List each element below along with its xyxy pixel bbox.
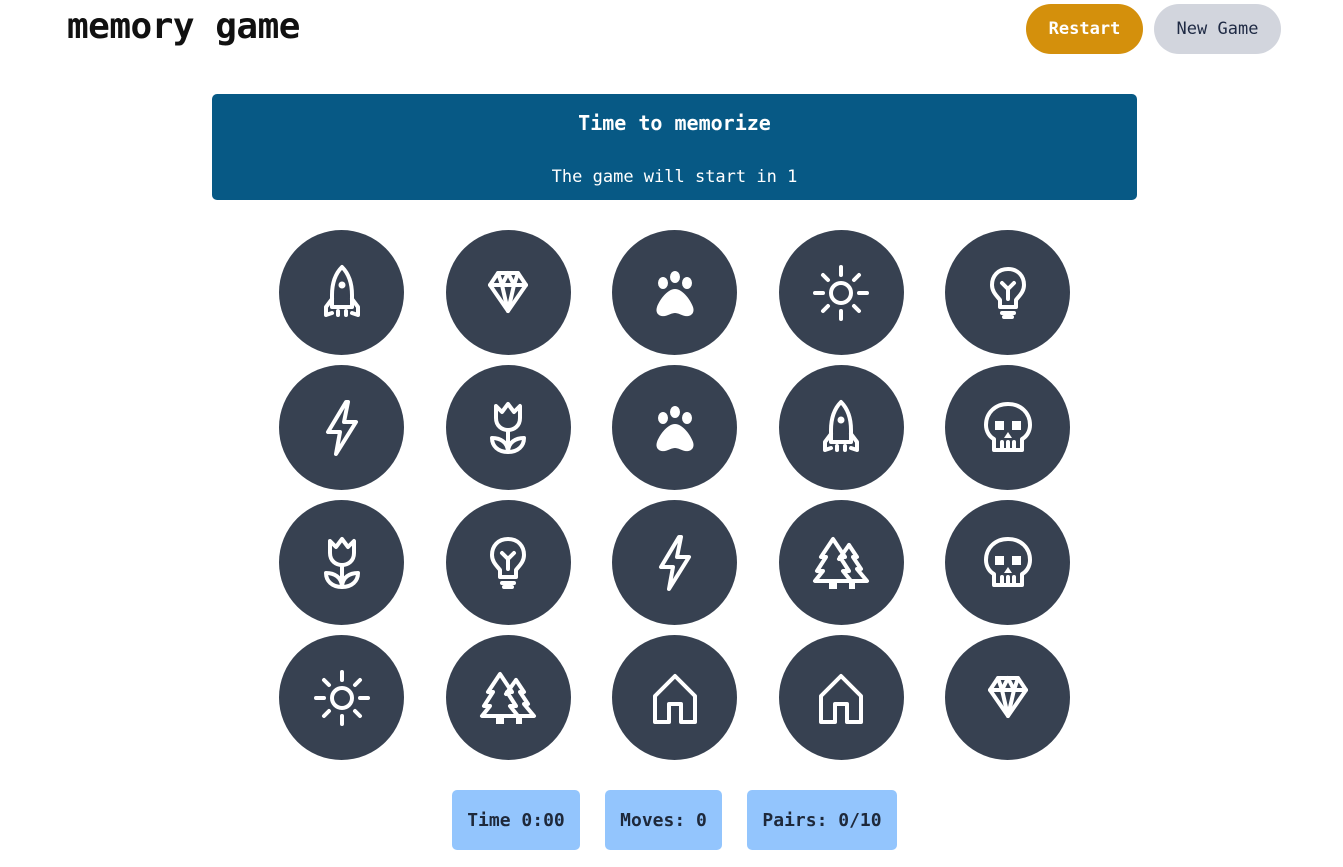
pairs-counter: Pairs: 0/10 [747,790,897,850]
rocket-icon [323,264,360,317]
bolt-icon [658,534,691,591]
moves-counter: Moves: 0 [605,790,722,850]
memory-card[interactable] [612,635,737,760]
memory-game-page: memory game Restart New Game Time to mem… [0,0,1343,867]
rocket-icon [823,399,859,452]
paw-icon [655,405,694,451]
memory-card[interactable] [612,500,737,625]
trees-icon [813,536,869,589]
memory-card[interactable] [778,635,904,760]
memory-card[interactable] [279,500,404,625]
memory-card[interactable] [945,230,1070,355]
lightbulb-icon [989,266,1026,319]
memory-card[interactable] [778,365,904,490]
house-icon [819,673,863,724]
memory-card[interactable] [945,365,1070,490]
diamond-icon [987,675,1028,718]
tulip-icon [490,401,526,454]
new-game-button[interactable]: New Game [1154,4,1281,54]
paw-icon [655,270,694,316]
time-counter: Time 0:00 [452,790,580,850]
sun-icon [313,669,370,726]
memory-card[interactable] [445,500,571,625]
trees-icon [480,671,536,724]
skull-icon [983,401,1032,452]
sun-icon [813,264,869,321]
memory-card[interactable] [445,230,571,355]
card-grid [279,230,1070,760]
page-title: memory game [67,6,300,47]
memory-card[interactable] [445,365,571,490]
memory-card[interactable] [445,635,571,760]
restart-button[interactable]: Restart [1026,4,1143,54]
memory-card[interactable] [945,635,1070,760]
bolt-icon [325,399,358,456]
skull-icon [983,536,1032,587]
memory-card[interactable] [778,230,904,355]
memory-card[interactable] [778,500,904,625]
house-icon [652,673,697,724]
memory-card[interactable] [279,230,404,355]
memory-card[interactable] [945,500,1070,625]
diamond-icon [488,270,528,313]
banner-countdown: The game will start in 1 [551,167,798,187]
status-banner: Time to memorize The game will start in … [212,94,1137,200]
banner-title: Time to memorize [578,111,771,135]
memory-card[interactable] [612,230,737,355]
memory-card[interactable] [612,365,737,490]
memory-card[interactable] [279,365,404,490]
memory-card[interactable] [279,635,404,760]
tulip-icon [323,536,360,589]
lightbulb-icon [490,536,526,589]
